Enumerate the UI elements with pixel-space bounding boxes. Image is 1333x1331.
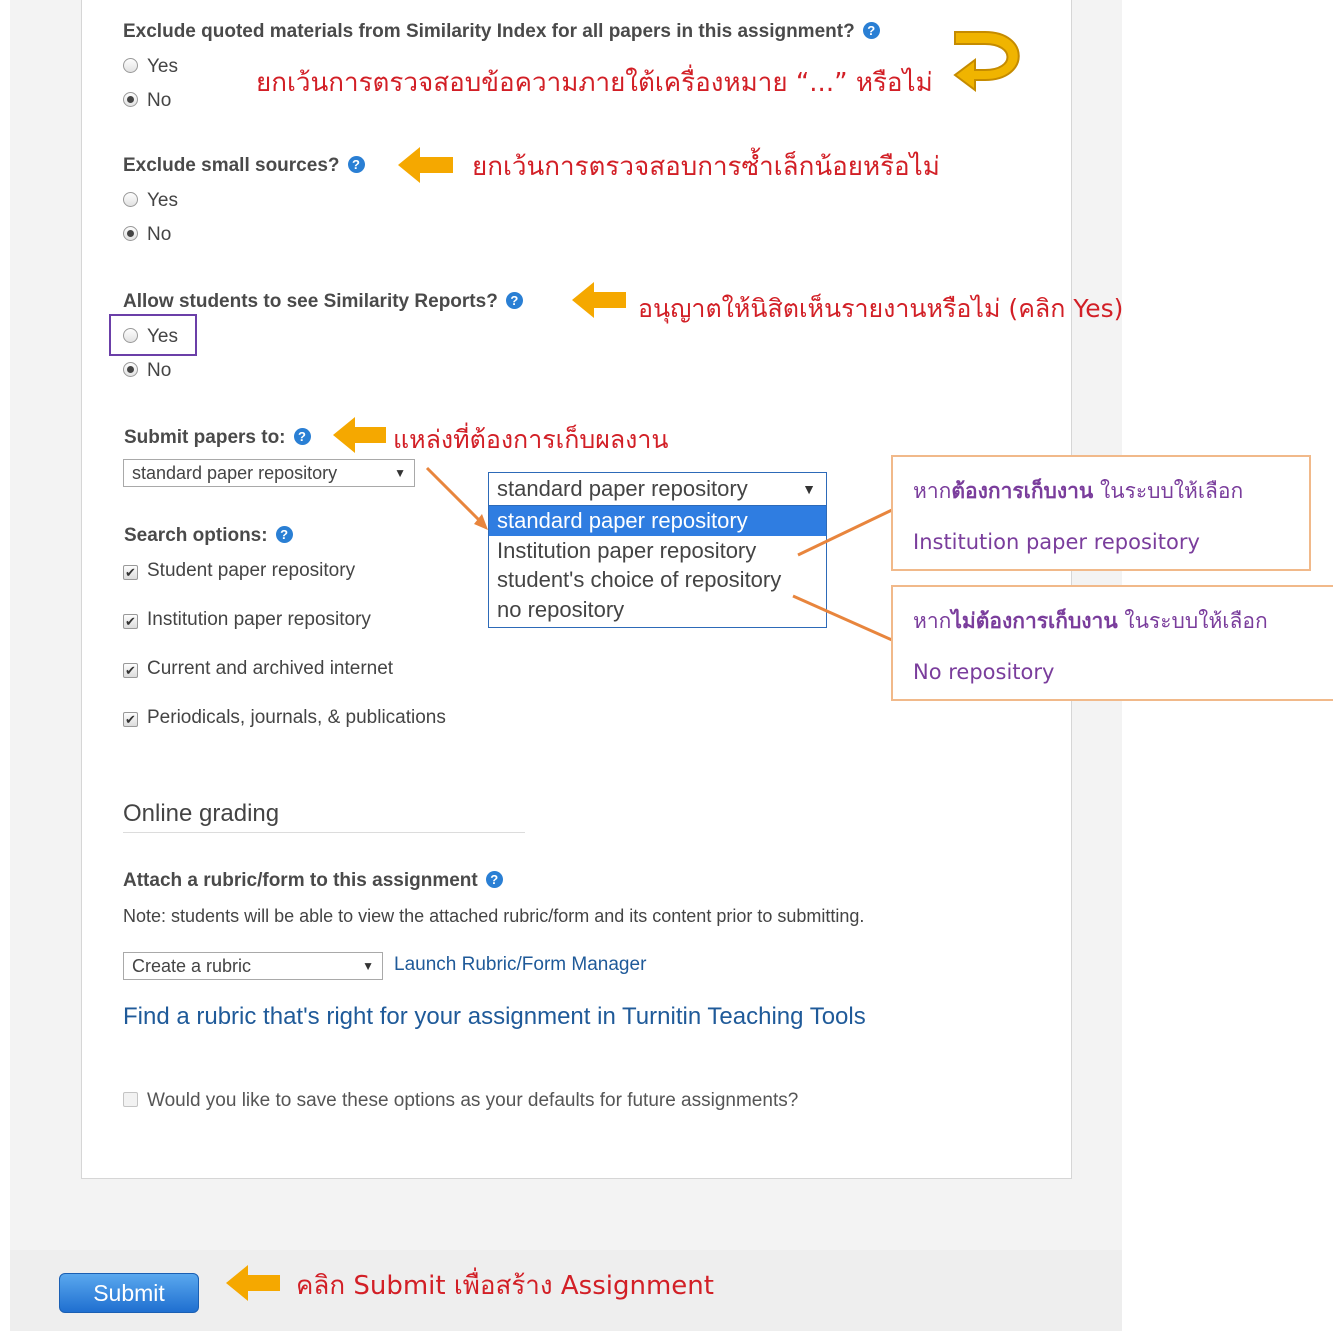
callout-text: หาก [913,479,952,503]
callout-text: ในระบบให้เลือก [1117,609,1268,633]
annotation-repository: แหล่งที่ต้องการเก็บผลงาน [393,425,669,454]
annotation-submit: คลิก Submit เพื่อสร้าง Assignment [296,1271,714,1301]
annotation-small: ยกเว้นการตรวจสอบการซ้ำเล็กน้อยหรือไม่ [472,152,940,182]
callout-bold-text: ต้องการเก็บงาน [951,479,1094,503]
callout-text: ในระบบให้เลือก [1093,479,1244,503]
curved-arrow-icon [953,31,1020,92]
callout-choice: Institution paper repository [913,530,1200,554]
arrow-icon [226,147,626,1301]
callout-store: หากต้องการเก็บงาน ในระบบให้เลือก Institu… [891,455,1311,571]
callout-nostore: หากไม่ต้องการเก็บงาน ในระบบให้เลือก No r… [891,585,1333,701]
annotation-reports: อนุญาตให้นิสิตเห็นรายงานหรือไม่ (คลิก Ye… [638,294,1124,323]
callout-choice: No repository [913,660,1055,684]
callout-bold-text: ไม่ต้องการเก็บงาน [951,609,1118,633]
annotation-quoted: ยกเว้นการตรวจสอบข้อความภายใต้เครื่องหมาย… [256,68,933,98]
connector-line [425,466,893,642]
callout-text: หาก [913,609,952,633]
